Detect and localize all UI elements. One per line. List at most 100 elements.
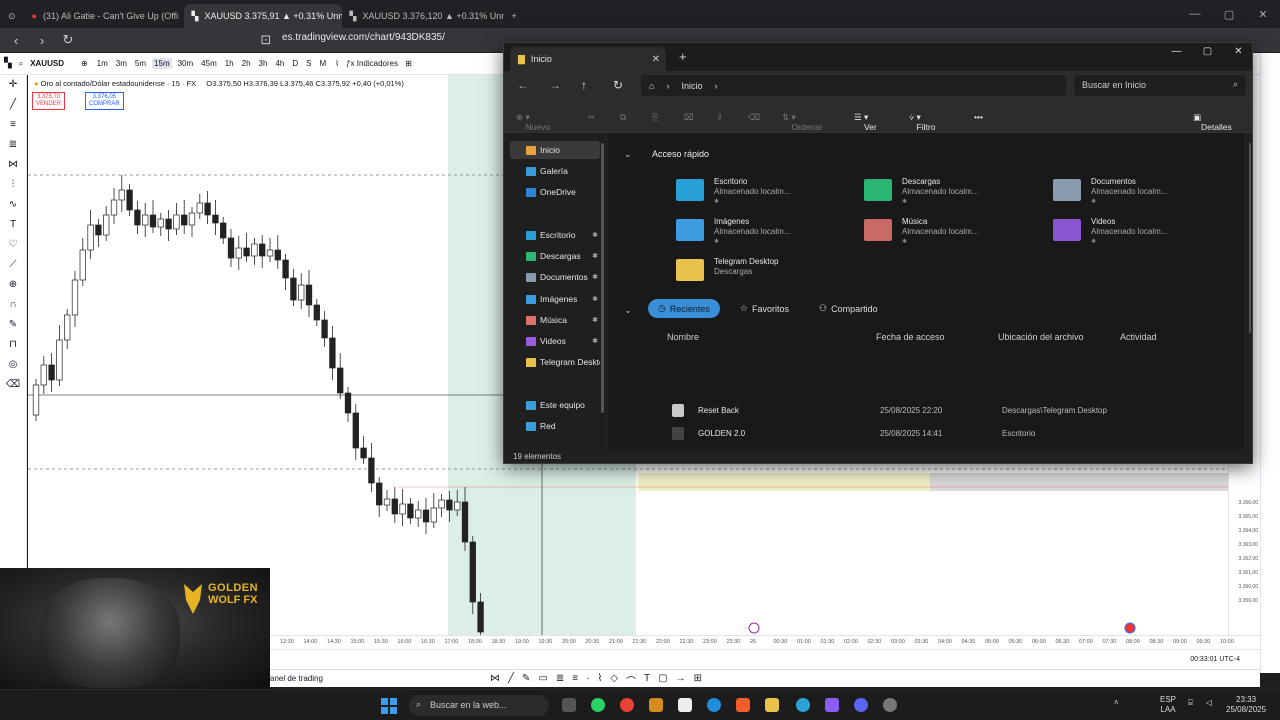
timeframe-5m[interactable]: 5m (133, 58, 148, 69)
sort-button[interactable]: ⇅ Ordenar ▾ (782, 112, 823, 132)
minimize-icon[interactable]: — (1161, 43, 1192, 61)
rename-icon[interactable]: ⌧ (684, 112, 694, 123)
recent-file-row[interactable]: Reset Back 25/08/2025 22:20 Descargas\Tele… (668, 401, 1228, 421)
up-icon[interactable]: ↑ (581, 78, 587, 92)
browser-tab-tradingview[interactable]: ▚ XAUUSD 3.375,91 ▲ +0.31% Unn ✕ (183, 4, 342, 28)
timeframe-M[interactable]: M (317, 58, 328, 69)
obsidian-icon[interactable] (825, 698, 839, 712)
recent-file-row[interactable]: GOLDEN 2.0 25/08/2025 14:41 Escritorio (668, 424, 1228, 444)
buy-button[interactable]: 3.376,05 COMPRAR (85, 92, 124, 110)
chart-type-icon[interactable]: ⌇ (335, 59, 339, 68)
taskbar-search[interactable]: ⌕ Buscar en la web... (409, 695, 549, 716)
path-icon[interactable]: ⌇ (597, 673, 602, 688)
lock-icon[interactable]: ⊓ (0, 335, 26, 355)
search-icon[interactable]: ⌕ (19, 59, 23, 69)
minimize-icon[interactable]: — (1178, 8, 1212, 20)
shape-icon[interactable]: ◇ (610, 673, 618, 688)
filter-button[interactable]: ⩒ Filtro ▾ (909, 112, 935, 132)
store-icon[interactable] (678, 698, 692, 712)
new-tab-icon[interactable]: + (504, 4, 525, 28)
pattern-icon[interactable]: ⋈ (490, 673, 500, 688)
sidebar-item-telegram-deskto[interactable]: Telegram Deskto (510, 353, 600, 371)
maximize-icon[interactable]: ▢ (1212, 8, 1246, 21)
breadcrumb[interactable]: ⌂ › Inicio › (641, 75, 1066, 96)
forward-icon[interactable]: › (34, 33, 50, 48)
app-icon[interactable] (883, 698, 897, 712)
sidebar-item-inicio[interactable]: Inicio (510, 141, 600, 159)
task-view-icon[interactable] (562, 698, 576, 712)
sidebar-item-galería[interactable]: Galería (510, 162, 600, 180)
sidebar-item-documentos[interactable]: Documentos ✱ (510, 268, 600, 286)
content-scrollbar[interactable] (1249, 143, 1251, 333)
heart-icon[interactable]: ♡ (0, 235, 26, 255)
office-icon[interactable] (649, 698, 663, 712)
wave-icon[interactable]: ∿ (0, 195, 26, 215)
line-icon[interactable]: ╱ (508, 673, 514, 688)
crosshair-icon[interactable]: ✛ (0, 75, 26, 95)
text-icon[interactable]: T (644, 673, 650, 688)
breadcrumb-item[interactable]: Inicio (681, 81, 702, 91)
close-tab-icon[interactable]: ✕ (652, 54, 660, 65)
time-scale[interactable]: 12:30 14:00 14:30 15:00 15:30 16:00 16:30 17:00… (270, 635, 1260, 649)
timeframe-1m[interactable]: 1m (95, 58, 110, 69)
discord-icon[interactable] (854, 698, 868, 712)
fib-icon[interactable]: ≣ (556, 673, 564, 688)
column-location[interactable]: Ubicación del archivo (998, 332, 1084, 342)
sidebar-item-escritorio[interactable]: Escritorio ✱ (510, 226, 600, 244)
language-indicator[interactable]: ESP LAA (1160, 695, 1176, 715)
pen-icon[interactable]: ✎ (522, 673, 530, 688)
edge-icon[interactable] (707, 698, 721, 712)
magnet-icon[interactable]: ∩ (0, 295, 26, 315)
view-button[interactable]: ☰ Ver ▾ (854, 112, 877, 132)
layout-icon[interactable]: ⊞ (405, 59, 412, 68)
timeframe-15m[interactable]: 15m (152, 58, 172, 69)
timeframe-3m[interactable]: 3m (114, 58, 129, 69)
refresh-icon[interactable]: ↻ (613, 78, 623, 92)
timeframe-45m[interactable]: 45m (199, 58, 219, 69)
eye-icon[interactable]: ◎ (0, 355, 26, 375)
sell-button[interactable]: 3.375,70 VENDER (32, 92, 66, 110)
bookmark-icon[interactable]: ⊡ (258, 32, 274, 48)
dot-icon[interactable]: · (586, 673, 589, 688)
trendline-icon[interactable]: ╱ (0, 95, 26, 115)
arrow-icon[interactable]: → (676, 673, 686, 688)
quick-access-item[interactable]: Escritorio Almacenado localm... ✱ (676, 177, 856, 211)
sidebar-item-descargas[interactable]: Descargas ✱ (510, 247, 600, 265)
sidebar-item-imágenes[interactable]: Imágenes ✱ (510, 290, 600, 308)
rect-icon[interactable]: ▭ (538, 673, 547, 688)
browser-menu-icon[interactable]: ⊙ (0, 4, 24, 28)
timeframe-2h[interactable]: 2h (240, 58, 253, 69)
close-icon[interactable]: ✕ (1223, 43, 1252, 61)
zoom-icon[interactable]: ⊕ (0, 275, 26, 295)
quick-access-item[interactable]: Música Almacenado localm... ✱ (864, 217, 1044, 251)
explorer-tab[interactable]: ▇ Inicio ✕ (510, 47, 666, 71)
forward-icon[interactable]: → (549, 78, 561, 92)
quick-access-item[interactable]: Telegram Desktop Descargas (676, 257, 856, 291)
volume-icon[interactable]: ◁ (1206, 698, 1212, 708)
details-button[interactable]: ▣ Detalles (1193, 112, 1232, 132)
chevron-down-icon[interactable]: ⌄ (624, 149, 632, 160)
timeframe-4h[interactable]: 4h (273, 58, 286, 69)
sidebar-item-este-equipo[interactable]: ›Este equipo (510, 396, 600, 414)
back-icon[interactable]: ‹ (8, 33, 24, 48)
network-icon[interactable]: ⌸ (1188, 698, 1193, 708)
timeframe-S[interactable]: S (304, 58, 313, 69)
symbol-search[interactable]: XAUUSD (30, 59, 64, 68)
sidebar-item-música[interactable]: Música ✱ (510, 311, 600, 329)
share-icon[interactable]: ⇪ (716, 112, 723, 123)
new-button[interactable]: ⊕ Nuevo ▾ (516, 112, 550, 132)
hline-icon[interactable]: ≡ (0, 115, 26, 135)
explorer-search-input[interactable]: Buscar en Inicio ⌕ (1074, 75, 1246, 96)
pattern-icon[interactable]: ⋈ (0, 155, 26, 175)
quick-access-title[interactable]: Acceso rápido (652, 149, 709, 159)
chevron-up-icon[interactable]: ˄ (1114, 698, 1119, 708)
timeframe-D[interactable]: D (290, 58, 300, 69)
paste-icon[interactable]: ⎘ (652, 112, 659, 123)
copy-icon[interactable]: ⧉ (620, 112, 626, 123)
url-field[interactable]: es.tradingview.com/chart/943DK835/ (282, 32, 445, 43)
filter-tab-compartido[interactable]: ⚇ Compartido (809, 299, 888, 318)
channel-icon[interactable]: ⫶ (0, 175, 26, 195)
quick-access-item[interactable]: Imágenes Almacenado localm... ✱ (676, 217, 856, 251)
filter-tab-recientes[interactable]: ◷ Recientes (648, 299, 720, 318)
file-explorer-icon[interactable] (765, 698, 779, 712)
